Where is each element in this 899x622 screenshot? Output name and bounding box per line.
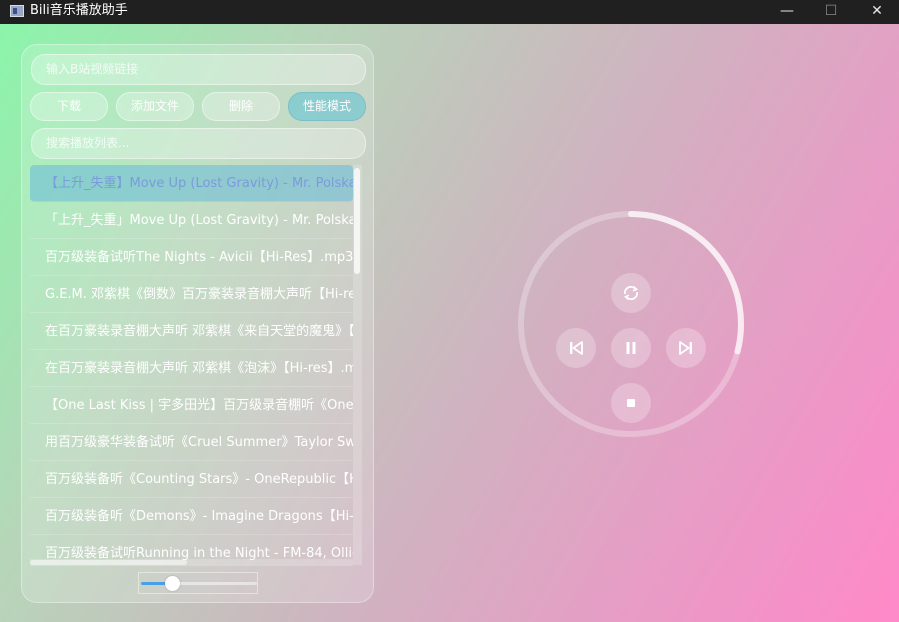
- pause-icon: [626, 342, 636, 354]
- maximize-button[interactable]: ☐: [808, 0, 854, 24]
- previous-button[interactable]: [556, 328, 596, 368]
- loop-button[interactable]: [611, 273, 651, 313]
- playlist-item[interactable]: 用百万级豪华装备试听《Cruel Summer》Taylor Swift【Hi-…: [30, 424, 353, 461]
- playlist-item[interactable]: 【One Last Kiss | 宇多田光】百万级录音棚听《One Last K…: [30, 387, 353, 424]
- delete-button[interactable]: 删除: [202, 92, 280, 121]
- scrollbar-thumb[interactable]: [30, 560, 187, 565]
- stop-button[interactable]: [611, 383, 651, 423]
- playlist-item[interactable]: G.E.M. 邓紫棋《倒数》百万豪装录音棚大声听【Hi-res】.mp3: [30, 276, 353, 313]
- playlist-panel: 输入B站视频链接 下载 添加文件 删除 性能模式 搜索播放列表... 【上升_失…: [21, 44, 374, 603]
- volume-slider[interactable]: [138, 572, 258, 594]
- playlist-item[interactable]: 在百万豪装录音棚大声听 邓紫棋《来自天堂的魔鬼》【Hi-res】.mp3: [30, 313, 353, 350]
- add-file-button[interactable]: 添加文件: [116, 92, 194, 121]
- action-buttons: 下载 添加文件 删除 性能模式: [30, 92, 368, 122]
- scrollbar-thumb[interactable]: [354, 168, 360, 274]
- player-controls: [516, 209, 746, 439]
- pause-button[interactable]: [611, 328, 651, 368]
- close-button[interactable]: ✕: [854, 0, 899, 24]
- download-button[interactable]: 下载: [30, 92, 108, 121]
- playlist-vertical-scrollbar[interactable]: [353, 165, 362, 565]
- stop-icon: [627, 399, 635, 407]
- playlist-item[interactable]: 【上升_失重】Move Up (Lost Gravity) - Mr. Pols…: [30, 165, 353, 202]
- loop-icon: [624, 285, 638, 301]
- performance-mode-button[interactable]: 性能模式: [288, 92, 366, 121]
- playlist-item[interactable]: 在百万豪装录音棚大声听 邓紫棋《泡沫》【Hi-res】.mp3: [30, 350, 353, 387]
- skip-previous-icon: [570, 341, 583, 355]
- playlist-item[interactable]: 百万级装备听《Demons》- Imagine Dragons【Hi-Res】.…: [30, 498, 353, 535]
- playlist-item[interactable]: 百万级装备听《Counting Stars》- OneRepublic【Hi-R…: [30, 461, 353, 498]
- next-button[interactable]: [666, 328, 706, 368]
- app-icon: [10, 5, 24, 17]
- skip-next-icon: [679, 341, 692, 355]
- playlist-item[interactable]: 「上升_失重」Move Up (Lost Gravity) - Mr. Pols…: [30, 202, 353, 239]
- title-bar: Bili音乐播放助手 — ☐ ✕: [0, 0, 899, 24]
- playlist-item[interactable]: 百万级装备试听The Nights - Avicii【Hi-Res】.mp3: [30, 239, 353, 276]
- search-input[interactable]: 搜索播放列表...: [31, 128, 366, 159]
- window-title: Bili音乐播放助手: [30, 3, 128, 18]
- url-input[interactable]: 输入B站视频链接: [31, 54, 366, 85]
- playlist: 【上升_失重】Move Up (Lost Gravity) - Mr. Pols…: [30, 165, 353, 565]
- volume-handle[interactable]: [165, 576, 181, 591]
- minimize-button[interactable]: —: [764, 0, 810, 24]
- playlist-horizontal-scrollbar[interactable]: [30, 559, 353, 566]
- main-canvas: 输入B站视频链接 下载 添加文件 删除 性能模式 搜索播放列表... 【上升_失…: [0, 24, 899, 622]
